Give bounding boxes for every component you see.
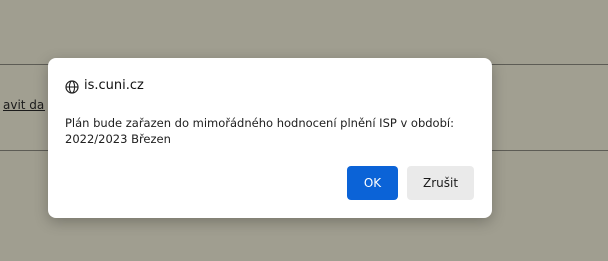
dialog-origin: is.cuni.cz [65,78,144,94]
dialog-message: Plán bude zařazen do mimořádného hodnoce… [65,115,485,147]
origin-domain: is.cuni.cz [84,78,144,93]
ok-button[interactable]: OK [347,166,398,200]
page-link[interactable]: avit dal [3,98,45,112]
alert-dialog: is.cuni.cz Plán bude zařazen do mimořádn… [48,58,492,218]
cancel-button[interactable]: Zrušit [407,166,474,200]
globe-icon [65,79,79,94]
message-line-1: Plán bude zařazen do mimořádného hodnoce… [65,116,454,130]
message-line-2: 2022/2023 Březen [65,132,171,146]
